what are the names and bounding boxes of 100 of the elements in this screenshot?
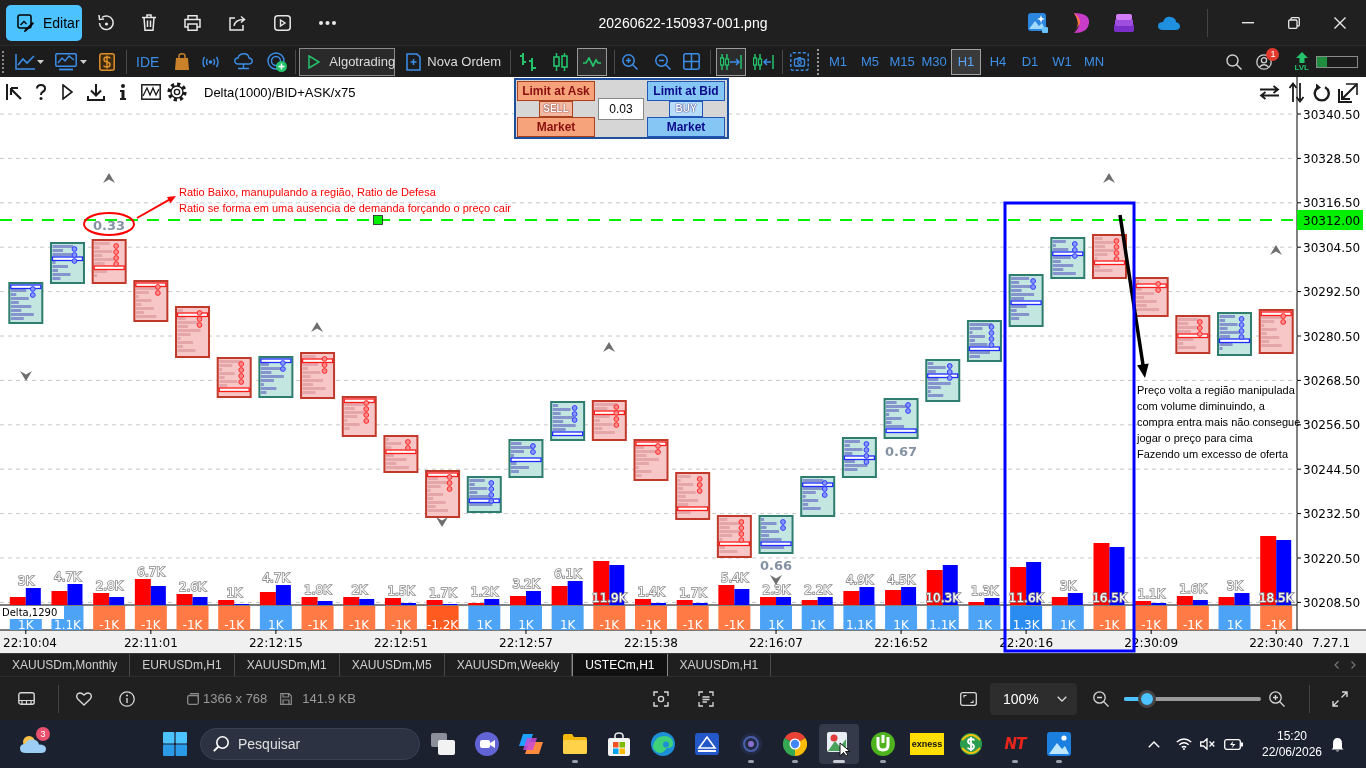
timeframe-button[interactable]: MN	[1079, 48, 1110, 75]
delete-icon[interactable]	[142, 14, 156, 31]
chart-window-icon[interactable]	[141, 84, 161, 100]
close-icon[interactable]	[1334, 16, 1346, 29]
candlestick-icon[interactable]	[552, 52, 568, 71]
more-icon[interactable]	[319, 20, 336, 25]
cloud-icon[interactable]	[1158, 15, 1180, 30]
monitor-chart-icon[interactable]	[55, 52, 77, 71]
timeframe-button[interactable]: H4	[983, 48, 1014, 75]
zoom-in-icon[interactable]	[1269, 690, 1285, 707]
download-icon[interactable]	[87, 83, 105, 101]
taskbar-app[interactable]: NT	[995, 724, 1035, 764]
eject-icon[interactable]	[695, 733, 719, 755]
start-icon[interactable]	[163, 732, 187, 756]
stacked-layers-icon[interactable]	[1114, 13, 1134, 32]
image-edit-icon[interactable]	[17, 13, 35, 32]
slideshow-icon[interactable]	[274, 14, 291, 31]
zoom-in-icon[interactable]	[622, 53, 639, 70]
autoscroll-icon[interactable]	[720, 53, 743, 70]
document-plus-icon[interactable]	[406, 52, 422, 71]
logo-tile[interactable]: exness	[910, 733, 944, 755]
timeframe-button[interactable]: D1	[1015, 48, 1046, 75]
picture-cursor-icon[interactable]	[827, 732, 851, 756]
add-circle-icon[interactable]	[267, 51, 288, 72]
sell-limit-button[interactable]: Limit at Ask	[517, 80, 595, 101]
horizontal-arrows-icon[interactable]	[1259, 85, 1280, 100]
taskbar-app[interactable]: exness	[907, 724, 947, 764]
overlapping-shapes-icon[interactable]	[519, 732, 543, 756]
grip-handle-icon[interactable]	[2, 49, 4, 74]
bar-chart-icon[interactable]	[520, 52, 537, 71]
fit-screen-icon[interactable]	[960, 691, 977, 706]
search-icon[interactable]	[1226, 53, 1243, 70]
timeframe-button[interactable]: M5	[855, 48, 886, 75]
chevron-right-icon[interactable]	[1351, 661, 1356, 669]
cloud-network-icon[interactable]	[234, 53, 254, 70]
collapse-arrow-icon[interactable]	[1338, 82, 1358, 103]
edit-button[interactable]: Editar	[6, 4, 82, 41]
bell-icon[interactable]	[1331, 736, 1344, 752]
crescent-icon[interactable]	[1072, 12, 1090, 33]
wifi-icon[interactable]	[1176, 738, 1192, 750]
wave-circle-icon[interactable]	[651, 732, 675, 756]
logo-text[interactable]: NT	[1004, 735, 1026, 753]
refresh-icon[interactable]	[1313, 83, 1330, 102]
horseshoe-circle-icon[interactable]	[871, 732, 895, 756]
lot-size-field[interactable]: 0.03	[598, 97, 644, 120]
chart-shift-icon[interactable]	[752, 53, 774, 70]
caret-icon[interactable]	[37, 59, 44, 64]
settings-icon[interactable]	[167, 82, 187, 102]
help-icon[interactable]	[36, 84, 46, 100]
weather-icon[interactable]	[20, 735, 46, 753]
zoom-out-icon[interactable]	[1093, 690, 1109, 707]
tile-windows-icon[interactable]	[683, 53, 701, 70]
favorite-icon[interactable]	[76, 691, 92, 706]
play-icon[interactable]	[308, 54, 321, 69]
buy-limit-button[interactable]: Limit at Bid	[647, 80, 725, 101]
timeframe-button[interactable]: W1	[1047, 48, 1078, 75]
scan-icon[interactable]	[652, 690, 669, 707]
restore-icon[interactable]	[1288, 16, 1300, 29]
segmented-circle-icon[interactable]	[783, 732, 807, 756]
fullscreen-icon[interactable]	[1332, 690, 1348, 707]
filmstrip-icon[interactable]	[18, 692, 35, 705]
new-order-button[interactable]: Nova Ordem	[401, 47, 506, 76]
info-icon[interactable]	[120, 84, 126, 100]
zoom-dropdown[interactable]: 100%	[990, 682, 1077, 715]
line-handle[interactable]	[373, 215, 383, 225]
algotrading-button[interactable]: Algotrading	[299, 47, 396, 76]
photo-icon[interactable]	[1047, 732, 1071, 756]
print-icon[interactable]	[184, 14, 201, 31]
vertical-arrows-icon[interactable]	[1288, 82, 1305, 103]
folder-icon[interactable]	[563, 734, 587, 754]
toggle-button[interactable]	[716, 47, 747, 76]
task-view-icon[interactable]	[431, 733, 455, 755]
line-chart-icon[interactable]	[583, 56, 602, 67]
chart-tab[interactable]: USTECm,H1	[572, 654, 668, 676]
rotate-icon[interactable]	[98, 13, 114, 32]
caret-icon[interactable]	[80, 59, 87, 64]
picture-edit-icon[interactable]	[1028, 12, 1048, 33]
account-icon[interactable]	[1256, 53, 1273, 70]
dollar-circle-icon[interactable]	[959, 732, 983, 756]
timeframe-button[interactable]: M1	[823, 48, 854, 75]
orb-icon[interactable]	[740, 733, 762, 755]
timeframe-button[interactable]: M30	[919, 48, 950, 75]
battery-icon[interactable]	[1224, 738, 1243, 750]
timeframe-button[interactable]: M15	[887, 48, 918, 75]
caret-icon[interactable]	[1057, 695, 1067, 702]
chevron-up-icon[interactable]	[1148, 740, 1160, 748]
muted-speaker-icon[interactable]	[1200, 738, 1215, 750]
shopping-bag-icon[interactable]	[608, 732, 630, 756]
cursor-icon[interactable]	[6, 84, 22, 100]
line-chart-icon[interactable]	[15, 53, 35, 70]
chart-type-button[interactable]	[577, 47, 608, 76]
buy-market-button[interactable]: Market	[647, 116, 725, 137]
play-outline-icon[interactable]	[62, 84, 73, 100]
broadcast-icon[interactable]	[202, 55, 220, 68]
ide-button[interactable]: IDE	[136, 53, 160, 70]
sell-market-button[interactable]: Market	[517, 116, 595, 137]
text-scan-icon[interactable]	[697, 690, 714, 707]
slider-thumb[interactable]	[1138, 689, 1157, 708]
search-field[interactable]: Pesquisar	[200, 728, 420, 760]
video-call-icon[interactable]	[475, 732, 499, 756]
